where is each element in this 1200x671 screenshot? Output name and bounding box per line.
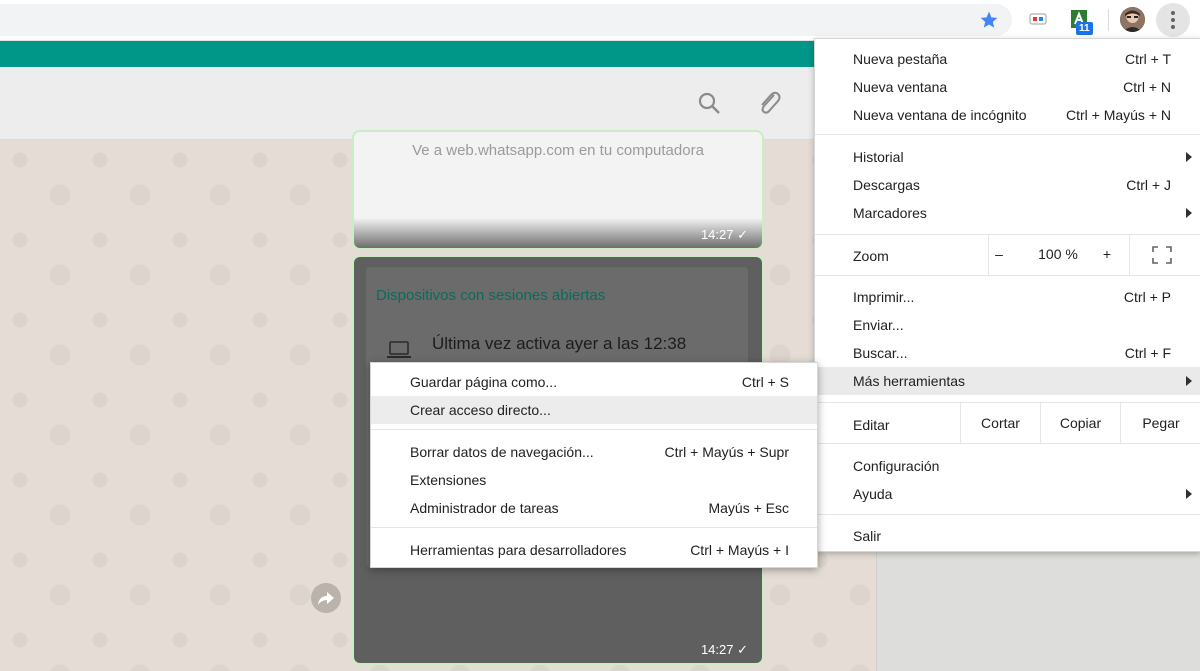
zoom-in-button[interactable]: + xyxy=(1097,246,1117,262)
menu-item-exit[interactable]: Salir xyxy=(815,522,1200,550)
menu-item-label: Salir xyxy=(853,528,882,544)
menu-separator xyxy=(815,275,1200,276)
extension-badge-icon[interactable]: 11 xyxy=(1069,8,1095,36)
star-icon[interactable] xyxy=(979,10,999,30)
menu-item-label: Guardar página como... xyxy=(410,374,558,390)
menu-item-label: Ayuda xyxy=(853,486,893,502)
menu-item-shortcut: Ctrl + N xyxy=(1123,79,1171,95)
fullscreen-icon xyxy=(1152,246,1172,264)
menu-item-label: Herramientas para desarrolladores xyxy=(410,542,627,558)
menu-item-label: Crear acceso directo... xyxy=(410,402,551,418)
menu-item-label: Descargas xyxy=(853,177,920,193)
avatar[interactable] xyxy=(1120,7,1145,32)
message-time: 14:27 ✓ xyxy=(700,642,748,657)
address-bar[interactable] xyxy=(0,4,1012,36)
submenu-item-extensions[interactable]: Extensiones xyxy=(371,466,817,494)
menu-item-shortcut: Ctrl + J xyxy=(1126,177,1171,193)
menu-item-find[interactable]: Buscar... Ctrl + F xyxy=(815,339,1200,367)
submenu-item-clear-data[interactable]: Borrar datos de navegación... Ctrl + May… xyxy=(371,438,817,466)
menu-item-label: Administrador de tareas xyxy=(410,500,559,516)
zoom-row: Zoom – 100 % + xyxy=(815,235,1200,275)
menu-item-shortcut: Ctrl + P xyxy=(1123,289,1171,305)
menu-item-shortcut: Ctrl + F xyxy=(1124,345,1171,361)
more-tools-submenu: Guardar página como... Ctrl + S Crear ac… xyxy=(370,362,818,568)
menu-item-shortcut: Ctrl + Mayús + N xyxy=(1065,107,1171,123)
extension-badge-count: 11 xyxy=(1076,22,1093,35)
menu-item-shortcut: Ctrl + S xyxy=(741,374,789,390)
menu-item-incognito[interactable]: Nueva ventana de incógnito Ctrl + Mayús … xyxy=(815,101,1200,129)
menu-separator xyxy=(815,134,1200,135)
search-icon[interactable] xyxy=(697,91,721,115)
menu-item-help[interactable]: Ayuda xyxy=(815,480,1200,508)
cut-button[interactable]: Cortar xyxy=(960,403,1040,443)
menu-separator xyxy=(371,429,817,430)
copy-button[interactable]: Copiar xyxy=(1040,403,1120,443)
more-vert-icon xyxy=(1171,11,1175,29)
menu-item-cast[interactable]: Enviar... xyxy=(815,311,1200,339)
menu-item-label: Nueva ventana de incógnito xyxy=(853,107,1027,123)
browser-toolbar: 11 xyxy=(0,0,1200,41)
submenu-arrow-icon xyxy=(1186,208,1192,218)
menu-item-label: Imprimir... xyxy=(853,289,915,305)
menu-separator xyxy=(815,514,1200,515)
zoom-level: 100 % xyxy=(1038,246,1078,262)
menu-item-label: Nueva ventana xyxy=(853,79,948,95)
menu-separator xyxy=(815,443,1200,444)
menu-item-label: Nueva pestaña xyxy=(853,51,948,67)
edit-label: Editar xyxy=(853,417,890,433)
zoom-label: Zoom xyxy=(853,248,889,264)
message-time: 14:27 ✓ xyxy=(700,227,748,242)
paste-button[interactable]: Pegar xyxy=(1120,403,1200,443)
menu-separator xyxy=(371,527,817,528)
forward-icon xyxy=(318,592,334,605)
menu-item-bookmarks[interactable]: Marcadores xyxy=(815,199,1200,227)
menu-item-label: Borrar datos de navegación... xyxy=(410,444,594,460)
submenu-item-save-page[interactable]: Guardar página como... Ctrl + S xyxy=(371,368,817,396)
zoom-out-button[interactable]: – xyxy=(988,246,1010,262)
submenu-arrow-icon xyxy=(1186,376,1192,386)
chrome-menu: Nueva pestaña Ctrl + T Nueva ventana Ctr… xyxy=(814,38,1200,552)
message-text: Ve a web.whatsapp.com en tu computadora xyxy=(412,142,704,159)
menu-item-label: Historial xyxy=(853,149,904,165)
menu-item-label: Enviar... xyxy=(853,317,904,333)
whatsapp-top-strip xyxy=(0,41,880,67)
toolbar-separator xyxy=(1108,9,1109,31)
menu-item-more-tools[interactable]: Más herramientas xyxy=(815,367,1200,395)
menu-item-history[interactable]: Historial xyxy=(815,143,1200,171)
message-bubble[interactable]: Ve a web.whatsapp.com en tu computadora … xyxy=(352,130,764,250)
menu-item-shortcut: Ctrl + Mayús + Supr xyxy=(664,444,790,460)
menu-item-print[interactable]: Imprimir... Ctrl + P xyxy=(815,283,1200,311)
menu-item-new-window[interactable]: Nueva ventana Ctrl + N xyxy=(815,73,1200,101)
menu-item-label: Buscar... xyxy=(853,345,908,361)
menu-item-shortcut: Mayús + Esc xyxy=(708,500,789,516)
menu-item-settings[interactable]: Configuración xyxy=(815,452,1200,480)
submenu-item-dev-tools[interactable]: Herramientas para desarrolladores Ctrl +… xyxy=(371,536,817,564)
session-text: Última vez activa ayer a las 12:38 xyxy=(432,334,687,353)
menu-item-label: Marcadores xyxy=(853,205,927,221)
submenu-item-task-manager[interactable]: Administrador de tareas Mayús + Esc xyxy=(371,494,817,522)
screenshot-title: Dispositivos con sesiones abiertas xyxy=(376,287,606,304)
submenu-arrow-icon xyxy=(1186,489,1192,499)
menu-item-label: Extensiones xyxy=(410,472,487,488)
edit-row: Editar Cortar Copiar Pegar xyxy=(815,403,1200,443)
laptop-icon xyxy=(387,341,411,358)
chrome-menu-button[interactable] xyxy=(1156,3,1190,37)
submenu-arrow-icon xyxy=(1186,152,1192,162)
fullscreen-button[interactable] xyxy=(1129,235,1200,275)
menu-item-new-tab[interactable]: Nueva pestaña Ctrl + T xyxy=(815,45,1200,73)
menu-item-shortcut: Ctrl + Mayús + I xyxy=(690,542,789,558)
menu-item-label: Más herramientas xyxy=(853,373,966,389)
menu-item-shortcut: Ctrl + T xyxy=(1124,51,1171,67)
forward-button[interactable] xyxy=(311,583,341,613)
extension-icon[interactable] xyxy=(1029,12,1047,26)
menu-item-label: Configuración xyxy=(853,458,940,474)
menu-item-downloads[interactable]: Descargas Ctrl + J xyxy=(815,171,1200,199)
paperclip-icon[interactable] xyxy=(756,89,782,117)
submenu-item-create-shortcut[interactable]: Crear acceso directo... xyxy=(371,396,817,424)
